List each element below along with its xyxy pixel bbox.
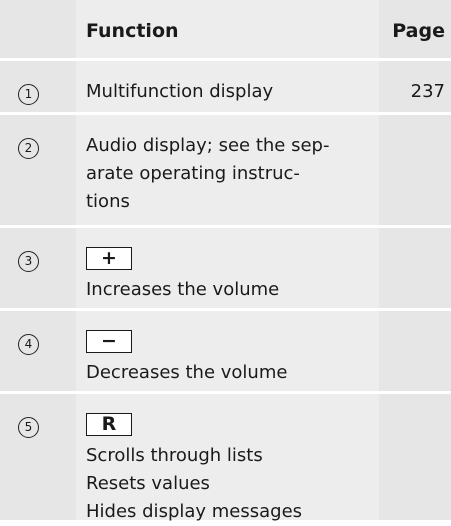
function-text: Resets values xyxy=(86,473,210,494)
function-cell: Multifunction display xyxy=(76,61,379,112)
row-number-cell: 2 xyxy=(0,115,76,225)
function-text: arate operating instruc- xyxy=(86,163,300,184)
function-text: Decreases the volume xyxy=(86,362,288,383)
function-text: Audio display; see the sep- xyxy=(86,135,330,156)
circled-number-5: 5 xyxy=(18,417,39,438)
row-number-cell: 3 xyxy=(0,228,76,308)
page-cell xyxy=(379,311,451,391)
function-text: Scrolls through lists xyxy=(86,445,263,466)
circled-number-3: 3 xyxy=(18,251,39,272)
row-number-cell: 4 xyxy=(0,311,76,391)
function-cell: − Decreases the volume xyxy=(76,311,379,391)
function-text: tions xyxy=(86,191,130,212)
circled-number-1: 1 xyxy=(18,84,39,105)
row-number-cell: 1 xyxy=(0,61,76,112)
function-cell: R Scrolls through lists Resets values Hi… xyxy=(76,394,379,522)
page-cell xyxy=(379,394,451,520)
table-header-row: Function Page xyxy=(0,0,451,61)
r-key-icon: R xyxy=(86,413,132,436)
function-table: Function Page 1 Multifunction display 23… xyxy=(0,0,451,523)
function-text: Hides display messages xyxy=(86,501,303,522)
minus-key-icon: − xyxy=(86,330,132,353)
function-cell: Audio display; see the sep- arate operat… xyxy=(76,115,379,225)
table-row: 2 Audio display; see the sep- arate oper… xyxy=(0,115,451,228)
header-function: Function xyxy=(76,0,379,58)
table-row: 1 Multifunction display 237 xyxy=(0,61,451,115)
page-cell xyxy=(379,115,451,225)
circled-number-4: 4 xyxy=(18,334,39,355)
plus-key-icon: + xyxy=(86,247,132,270)
function-text: Increases the volume xyxy=(86,279,280,300)
table-row: 4 − Decreases the volume xyxy=(0,311,451,394)
function-text: Multifunction display xyxy=(86,81,274,102)
page-cell xyxy=(379,228,451,308)
circled-number-2: 2 xyxy=(18,138,39,159)
row-number-cell: 5 xyxy=(0,394,76,520)
header-page: Page xyxy=(392,20,445,42)
table-row: 3 + Increases the volume xyxy=(0,228,451,311)
header-number-cell xyxy=(0,0,76,58)
page-cell: 237 xyxy=(410,81,445,102)
table-row: 5 R Scrolls through lists Resets values … xyxy=(0,394,451,523)
function-cell: + Increases the volume xyxy=(76,228,379,308)
